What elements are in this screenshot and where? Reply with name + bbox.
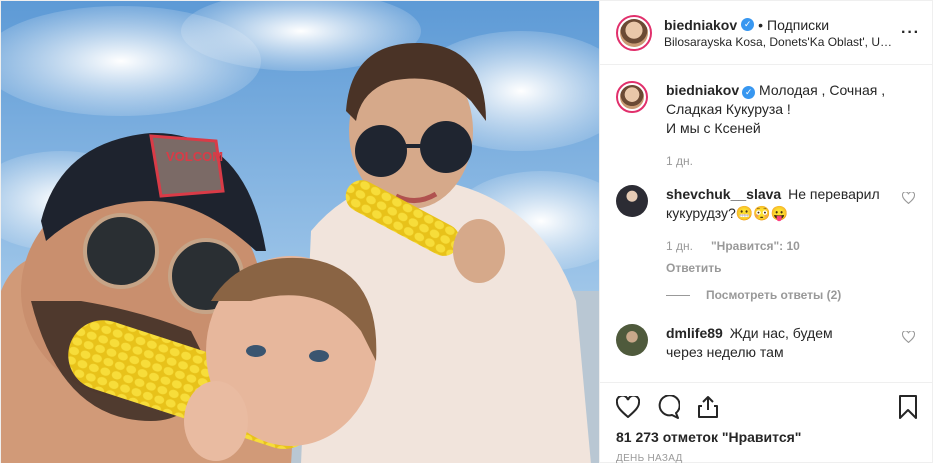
comment-username[interactable]: dmlife89 xyxy=(666,325,723,341)
comment-text-line1: Жди нас, будем xyxy=(729,325,833,341)
verified-badge-icon: ✓ xyxy=(742,86,756,99)
author-username[interactable]: biedniakov xyxy=(664,17,737,33)
comment-like-heart-icon[interactable] xyxy=(901,330,918,346)
caption-text-line3: И мы с Ксеней xyxy=(666,120,761,136)
like-heart-icon[interactable] xyxy=(616,396,640,418)
caption-username[interactable]: biedniakov xyxy=(666,82,739,98)
comment-bubble-icon[interactable] xyxy=(656,395,680,419)
share-icon[interactable] xyxy=(696,395,720,419)
reply-button[interactable]: Ответить xyxy=(666,259,892,278)
caption-avatar[interactable] xyxy=(616,81,648,113)
comment-item: shevchuk__slava Не переварил кукурудзу?😬… xyxy=(616,185,918,278)
separator-dot: • xyxy=(758,16,764,33)
instagram-post: VOLCOM biedniakov ✓ • Подписки Bilosaray… xyxy=(0,0,933,463)
post-sidebar: biedniakov ✓ • Подписки Bilosarayska Kos… xyxy=(599,1,933,463)
caption-text-line2: Сладкая Кукуруза ! xyxy=(666,101,791,117)
author-avatar[interactable] xyxy=(616,14,652,51)
beach-selfie-image: VOLCOM xyxy=(1,1,599,463)
commenter-avatar[interactable] xyxy=(616,324,648,356)
caption-text-line1: Молодая , Сочная , xyxy=(759,82,886,98)
likes-count[interactable]: 81 273 отметок "Нравится" xyxy=(616,429,918,445)
comment-username[interactable]: shevchuk__slava xyxy=(666,186,781,202)
comment-likes[interactable]: "Нравится": 10 xyxy=(711,237,800,256)
caption-time[interactable]: 1 дн. xyxy=(666,152,693,171)
comment-text-line2: кукурудзу?😬😳😛 xyxy=(666,205,789,221)
view-replies-button[interactable]: Посмотреть ответы (2) xyxy=(666,288,918,302)
post-actions: 81 273 отметок "Нравится" ДЕНЬ НАЗАД xyxy=(600,382,933,463)
view-replies-label: Посмотреть ответы (2) xyxy=(706,288,842,302)
following-button[interactable]: Подписки xyxy=(767,17,829,33)
comment-time[interactable]: 1 дн. xyxy=(666,237,693,256)
post-date[interactable]: ДЕНЬ НАЗАД xyxy=(616,453,918,463)
comment-like-heart-icon[interactable] xyxy=(901,191,918,207)
comment-item: dmlife89 Жди нас, будем через неделю там xyxy=(616,324,918,362)
action-bar xyxy=(616,383,918,431)
comment-text-line1: Не переварил xyxy=(788,186,880,202)
post-photo[interactable]: VOLCOM xyxy=(1,1,599,463)
svg-text:VOLCOM: VOLCOM xyxy=(166,149,223,164)
commenter-avatar[interactable] xyxy=(616,185,648,217)
location-link[interactable]: Bilosarayska Kosa, Donets'Ka Oblast', Uk… xyxy=(664,35,893,49)
post-header: biedniakov ✓ • Подписки Bilosarayska Kos… xyxy=(600,1,933,65)
caption: biedniakov ✓ Молодая , Сочная , Сладкая К… xyxy=(616,81,918,171)
comments-list: biedniakov ✓ Молодая , Сочная , Сладкая К… xyxy=(600,65,933,382)
comment-text-line2: через неделю там xyxy=(666,344,784,360)
more-options-icon[interactable]: ··· xyxy=(901,24,920,42)
bookmark-icon[interactable] xyxy=(898,395,918,419)
header-text: biedniakov ✓ • Подписки Bilosarayska Kos… xyxy=(664,17,893,49)
replies-divider-line xyxy=(666,294,690,296)
verified-badge-icon: ✓ xyxy=(741,18,755,31)
